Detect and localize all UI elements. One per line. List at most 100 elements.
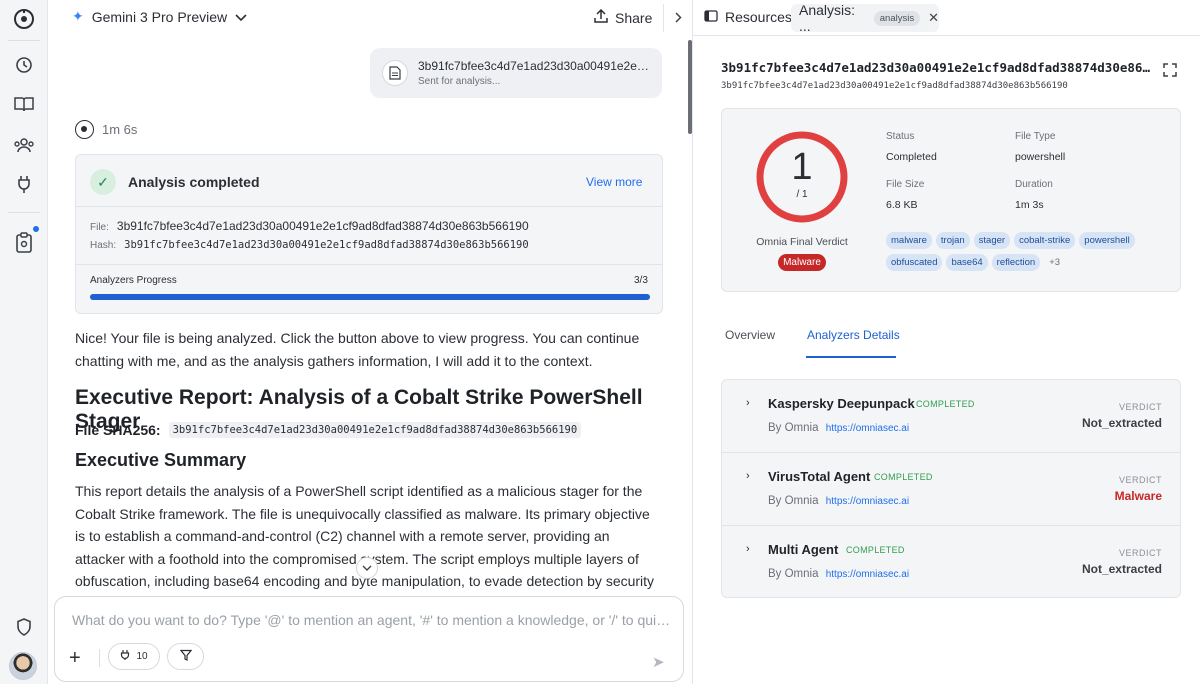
tab-analysis-badge: analysis [873,10,921,26]
chevron-right-icon[interactable]: › [746,397,750,409]
collapse-panel-button[interactable] [663,4,692,32]
chevron-down-icon [235,9,247,25]
analyzer-row[interactable]: › VirusTotal Agent COMPLETED By Omnia ht… [722,453,1180,526]
model-name: Gemini 3 Pro Preview [91,8,228,25]
analyzer-status: COMPLETED [874,472,933,482]
detail-tabs: Overview Analyzers Details [721,316,1181,358]
hash-row: Hash: 3b91fc7bfee3c4d7e1ad23d30a00491e2e… [90,239,529,251]
duration-label: Duration [1015,179,1053,190]
plugin-icon[interactable] [10,170,38,198]
filter-button[interactable] [167,643,204,670]
analysis-hash-subtitle: 3b91fc7bfee3c4d7e1ad23d30a00491e2e1cf9ad… [721,81,1068,91]
card-divider [76,206,662,207]
tag[interactable]: reflection [991,254,1041,271]
tag[interactable]: malware [886,232,932,249]
agents-icon[interactable] [10,131,38,159]
upload-icon [594,8,608,26]
verdict-total: / 1 [796,189,808,200]
tag[interactable]: trojan [935,232,970,249]
expand-icon[interactable] [1163,63,1177,77]
analyzer-row[interactable]: › Multi Agent COMPLETED By Omnia https:/… [722,526,1180,599]
resource-tabs: Resources Analysis: ... analysis ✕ [693,0,1200,36]
share-button[interactable]: Share [594,8,653,26]
summary-text: This report details the analysis of a Po… [75,483,655,612]
analyzer-by: By Omnia [768,495,819,507]
send-icon[interactable]: ➤ [652,653,665,671]
scroll-down-button[interactable] [356,557,378,579]
duration-value: 1m 3s [1015,199,1044,211]
chevron-right-icon [674,11,682,26]
sha-row: File SHA256: 3b91fc7bfee3c4d7e1ad23d30a0… [75,422,582,438]
analyzer-verdict: Malware [1114,489,1162,503]
logo-icon[interactable] [10,5,38,33]
view-more-link[interactable]: View more [586,175,642,189]
analyzer-verdict: Not_extracted [1081,416,1162,430]
analyzers-list: › Kaspersky Deepunpack COMPLETED By Omni… [721,379,1181,598]
tab-analysis-label: Analysis: ... [799,2,856,34]
active-tab-indicator [806,356,896,358]
card-divider [76,264,662,265]
resource-panel: Resources Analysis: ... analysis ✕ 3b91f… [693,0,1200,684]
progress-bar [90,294,650,300]
message-composer[interactable]: What do you want to do? Type '@' to ment… [54,596,684,682]
chevron-right-icon[interactable]: › [746,543,750,555]
tools-count: 10 [136,651,148,662]
chevron-right-icon[interactable]: › [746,470,750,482]
filesize-value: 6.8 KB [886,199,918,211]
share-label: Share [615,9,653,26]
library-icon[interactable] [10,90,38,118]
notification-dot [33,226,39,232]
file-value: 3b91fc7bfee3c4d7e1ad23d30a00491e2e1cf9ad… [116,219,529,233]
file-row: File: 3b91fc7bfee3c4d7e1ad23d30a00491e2e… [90,219,529,233]
analyzer-link[interactable]: https://omniasec.ai [826,423,909,434]
left-rail [0,0,48,684]
close-icon[interactable]: ✕ [928,10,939,26]
elapsed-time: 1m 6s [102,122,138,137]
tab-overview[interactable]: Overview [725,328,775,342]
analyzer-author: By Omnia https://omniasec.ai [768,495,909,507]
chat-topbar: ✦ Gemini 3 Pro Preview Share [48,0,692,36]
add-attachment-button[interactable]: + [69,647,81,670]
progress-label: Analyzers Progress [90,275,177,286]
tag[interactable]: base64 [946,254,988,271]
thinking-icon [75,120,94,139]
hash-value: 3b91fc7bfee3c4d7e1ad23d30a00491e2e1cf9ad… [124,239,529,251]
analyzer-verdict: Not_extracted [1081,562,1162,576]
composer-placeholder[interactable]: What do you want to do? Type '@' to ment… [72,612,672,628]
analyzer-link[interactable]: https://omniasec.ai [826,569,909,580]
progress-fill [90,294,650,300]
tag[interactable]: powershell [1079,232,1135,249]
check-icon: ✓ [90,169,116,195]
verdict-score: 1 [791,146,813,188]
uploaded-file-bubble[interactable]: 3b91fc7bfee3c4d7e1ad23d30a00491e2e1cf9ad… [370,48,662,98]
app-root: ✦ Gemini 3 Pro Preview Share 3b91fc7bfee… [0,0,1200,684]
file-label: File: [90,222,109,233]
history-icon[interactable] [10,51,38,79]
analysis-icon[interactable] [10,229,38,257]
tab-analysis[interactable]: Analysis: ... analysis ✕ [791,2,939,34]
verdict-label: Omnia Final Verdict [756,236,848,248]
file-icon [382,60,408,86]
analyzer-status: COMPLETED [846,545,905,555]
shield-icon[interactable] [10,613,38,641]
analyzer-author: By Omnia https://omniasec.ai [768,568,909,580]
analyzer-name: Multi Agent [768,542,839,557]
analyzer-row[interactable]: › Kaspersky Deepunpack COMPLETED By Omni… [722,380,1180,453]
summary-heading: Executive Summary [75,450,247,470]
tags-more[interactable]: +3 [1044,254,1065,271]
model-selector[interactable]: ✦ Gemini 3 Pro Preview [72,8,247,25]
sparkle-icon: ✦ [72,8,84,24]
tag[interactable]: cobalt-strike [1014,232,1076,249]
analyzer-status: COMPLETED [916,399,975,409]
status-value: Completed [886,151,937,163]
avatar[interactable] [9,652,37,680]
tab-analyzers-details[interactable]: Analyzers Details [807,328,900,342]
filetype-label: File Type [1015,131,1056,142]
tag[interactable]: stager [973,232,1011,249]
tag[interactable]: obfuscated [886,254,943,271]
tab-resources[interactable]: Resources [704,9,792,25]
progress-value: 3/3 [634,275,648,286]
analyzer-name: Kaspersky Deepunpack [768,396,915,411]
tools-button[interactable]: 10 [108,643,160,670]
analyzer-link[interactable]: https://omniasec.ai [826,496,909,507]
